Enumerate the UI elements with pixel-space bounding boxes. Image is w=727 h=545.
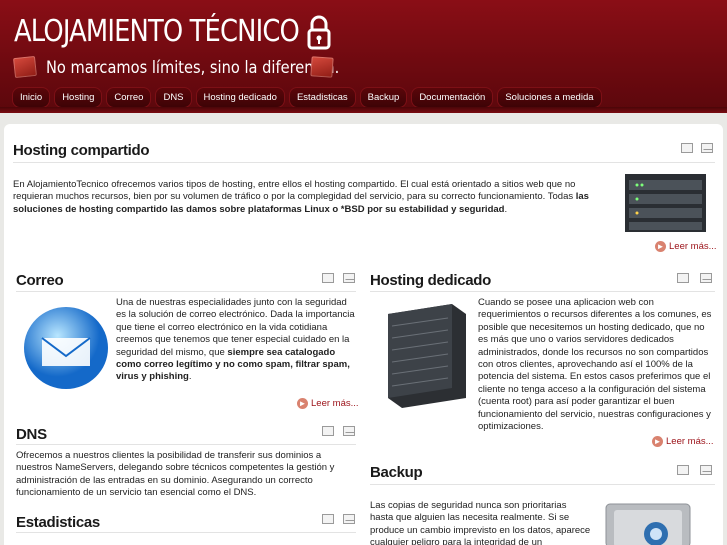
section-dns: DNS (16, 426, 47, 443)
section-title[interactable]: Estadisticas (16, 514, 100, 531)
email-icon[interactable] (700, 465, 712, 475)
divider (370, 484, 715, 485)
email-icon[interactable] (343, 273, 355, 283)
content-area: Hosting compartido En AlojamientoTecnico… (4, 124, 723, 545)
section-title[interactable]: Backup (370, 464, 423, 481)
arrow-right-icon: ► (652, 436, 663, 447)
site-title[interactable]: ALOJAMIENTO TÉCNICO (14, 14, 300, 49)
print-icon[interactable] (677, 465, 689, 475)
shared-hosting-text: En AlojamientoTecnico ofrecemos varios t… (13, 179, 589, 215)
dns-text: Ofrecemos a nuestros clientes la posibil… (16, 450, 335, 499)
print-icon[interactable] (322, 273, 334, 283)
section-title[interactable]: Correo (16, 272, 64, 289)
nav-item-backup[interactable]: Backup (359, 87, 408, 108)
dedicated-hosting-text: Cuando se posee una aplicacion web con r… (478, 297, 712, 433)
arrow-right-icon: ► (655, 241, 666, 252)
read-more-link[interactable]: ► Leer más... (652, 436, 714, 447)
print-icon[interactable] (681, 143, 693, 153)
backup-text: Las copias de seguridad nunca son priori… (370, 500, 591, 545)
print-icon[interactable] (322, 426, 334, 436)
nav-item-documentacion[interactable]: Documentación (411, 87, 494, 108)
nav-item-estadisticas[interactable]: Estadisticas (288, 87, 356, 108)
divider (13, 162, 715, 163)
email-icon[interactable] (343, 514, 355, 524)
print-icon[interactable] (677, 273, 689, 283)
section-title[interactable]: Hosting dedicado (370, 272, 491, 289)
nav-item-dns[interactable]: DNS (155, 87, 192, 108)
section-shared-hosting: Hosting compartido (13, 142, 150, 159)
nav-item-correo[interactable]: Correo (106, 87, 152, 108)
divider (16, 444, 356, 445)
nav-item-inicio[interactable]: Inicio (12, 87, 51, 108)
read-more-link[interactable]: ► Leer más... (297, 398, 359, 409)
nav-item-hosting[interactable]: Hosting (54, 87, 103, 108)
divider (370, 291, 715, 292)
section-title[interactable]: Hosting compartido (13, 142, 150, 159)
site-tagline: No marcamos límites, sino la diferencia. (46, 58, 340, 78)
section-dedicated-hosting: Hosting dedicado (370, 272, 491, 289)
read-more-link[interactable]: ► Leer más... (655, 241, 717, 252)
section-title[interactable]: DNS (16, 426, 47, 443)
section-stats: Estadisticas (16, 514, 100, 531)
divider (16, 291, 356, 292)
email-icon[interactable] (701, 143, 713, 153)
section-backup: Backup (370, 464, 423, 481)
print-icon[interactable] (322, 514, 334, 524)
main-nav: Inicio Hosting Correo DNS Hosting dedica… (12, 87, 602, 108)
package-icon (310, 56, 334, 78)
email-icon[interactable] (700, 273, 712, 283)
server-tower-image (388, 304, 466, 408)
server-rack-image (625, 174, 706, 232)
nav-item-hosting-dedicado[interactable]: Hosting dedicado (195, 87, 285, 108)
lock-icon (307, 15, 331, 50)
email-icon[interactable] (343, 426, 355, 436)
mail-text: Una de nuestras especialidades junto con… (116, 297, 355, 383)
nav-item-soluciones[interactable]: Soluciones a medida (497, 87, 602, 108)
arrow-right-icon: ► (297, 398, 308, 409)
divider (16, 532, 356, 533)
mail-envelope-image (24, 307, 108, 389)
package-icon (13, 55, 37, 79)
site-header: ALOJAMIENTO TÉCNICO No marcamos límites,… (0, 0, 727, 113)
section-mail: Correo (16, 272, 64, 289)
safe-image (605, 503, 691, 545)
